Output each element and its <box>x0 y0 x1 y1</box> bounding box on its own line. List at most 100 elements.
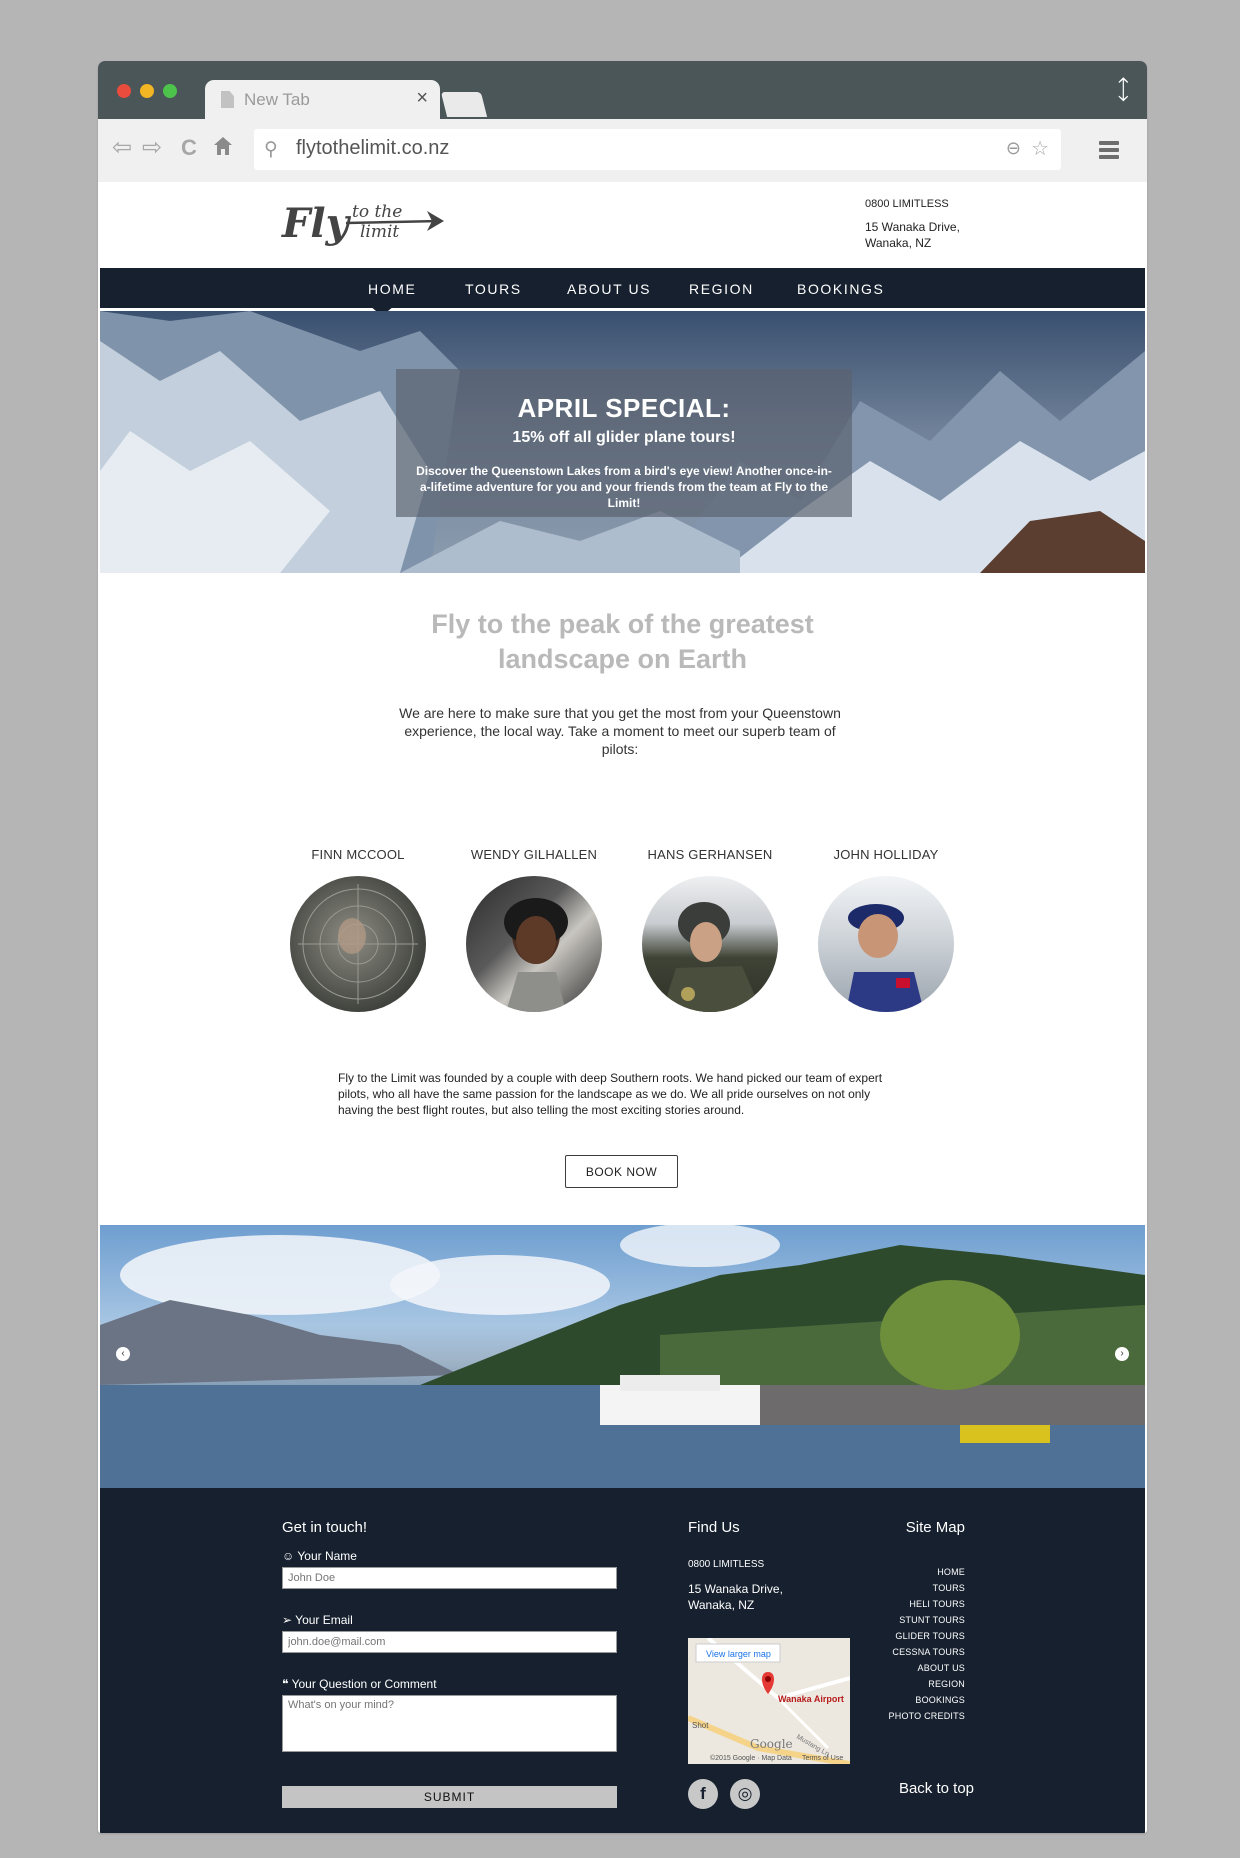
footer-address-line1: 15 Wanaka Drive, <box>688 1582 783 1596</box>
back-arrow-icon[interactable]: ⇦ <box>112 133 132 162</box>
page-icon <box>221 91 234 108</box>
pilot-name: WENDY GILHALLEN <box>470 847 598 862</box>
svg-text:Terms of Use: Terms of Use <box>802 1755 843 1762</box>
carousel-next-button[interactable]: › <box>1115 1347 1129 1361</box>
sitemap-stunt-tours[interactable]: STUNT TOURS <box>889 1612 965 1628</box>
comment-label: ❝ Your Question or Comment <box>282 1677 437 1691</box>
facebook-icon[interactable]: f <box>688 1779 718 1809</box>
maximize-window-button[interactable] <box>163 84 177 98</box>
browser-tab[interactable]: New Tab × <box>205 80 440 120</box>
submit-button[interactable]: SUBMIT <box>282 1786 617 1808</box>
footer: Get in touch! ☺ Your Name ➢ Your Email ❝… <box>100 1488 1145 1833</box>
contact-form-title: Get in touch! <box>282 1519 368 1536</box>
name-label: ☺ Your Name <box>282 1549 357 1563</box>
sitemap-photo-credits[interactable]: PHOTO CREDITS <box>889 1708 965 1724</box>
home-icon[interactable] <box>213 136 233 156</box>
svg-text:limit: limit <box>360 222 399 242</box>
header-phone: 0800 LIMITLESS <box>865 198 949 210</box>
main-navigation: HOME TOURS ABOUT US REGION BOOKINGS <box>100 268 1145 316</box>
header-address-line2: Wanaka, NZ <box>865 236 932 250</box>
sitemap-glider-tours[interactable]: GLIDER TOURS <box>889 1628 965 1644</box>
sitemap-bookings[interactable]: BOOKINGS <box>889 1692 965 1708</box>
header-contact: 0800 LIMITLESS 15 Wanaka Drive, Wanaka, … <box>865 196 960 251</box>
lake-image <box>100 1225 1145 1488</box>
speech-bubble-icon: ❝ <box>282 1677 292 1691</box>
svg-text:Wanaka Airport: Wanaka Airport <box>778 1694 844 1704</box>
forward-arrow-icon[interactable]: ⇨ <box>142 133 162 162</box>
svg-text:View larger map: View larger map <box>706 1649 771 1659</box>
name-input[interactable] <box>282 1567 617 1589</box>
fly-to-the-limit-logo[interactable]: Fly to the limit <box>280 187 460 267</box>
nav-about-us[interactable]: ABOUT US <box>567 281 651 297</box>
url-text[interactable]: flytothelimit.co.nz <box>296 137 449 160</box>
lake-carousel: ‹ › <box>100 1225 1145 1488</box>
header-address-line1: 15 Wanaka Drive, <box>865 220 960 234</box>
headline-line1: Fly to the peak of the greatest <box>431 609 814 639</box>
about-text: Fly to the Limit was founded by a couple… <box>338 1071 883 1117</box>
pilot-photo <box>642 876 778 1012</box>
browser-window: New Tab × ⤢ ⇦ ⇨ C ⚲ flytothelimit.co.nz … <box>98 61 1147 1833</box>
pilot-card[interactable]: WENDY GILHALLEN <box>459 847 609 1012</box>
page-headline: Fly to the peak of the greatest landscap… <box>100 607 1145 677</box>
zoom-icon[interactable]: ⊖ <box>1006 138 1021 159</box>
svg-text:to the: to the <box>352 202 402 222</box>
sitemap-tours[interactable]: TOURS <box>889 1580 965 1596</box>
nav-home[interactable]: HOME <box>368 281 416 297</box>
website: Fly to the limit 0800 LIMITLESS 15 Wanak… <box>100 182 1145 1833</box>
sitemap-heli-tours[interactable]: HELI TOURS <box>889 1596 965 1612</box>
pilot-card[interactable]: JOHN HOLLIDAY <box>811 847 961 1012</box>
svg-text:Shot: Shot <box>692 1721 709 1730</box>
user-icon: ☺ <box>282 1549 298 1563</box>
comment-textarea[interactable] <box>282 1695 617 1752</box>
nav-region[interactable]: REGION <box>689 281 754 297</box>
sitemap-about-us[interactable]: ABOUT US <box>889 1660 965 1676</box>
carousel-prev-button[interactable]: ‹ <box>116 1347 130 1361</box>
new-tab-button[interactable] <box>440 92 488 117</box>
promo-subtitle: 15% off all glider plane tours! <box>512 429 736 446</box>
sitemap-links: HOME TOURS HELI TOURS STUNT TOURS GLIDER… <box>889 1564 965 1724</box>
pilot-card[interactable]: HANS GERHANSEN <box>635 847 785 1012</box>
pilot-card[interactable]: FINN MCCOOL <box>283 847 433 1012</box>
sitemap-cessna-tours[interactable]: CESSNA TOURS <box>889 1644 965 1660</box>
minimize-window-button[interactable] <box>140 84 154 98</box>
nav-bookings[interactable]: BOOKINGS <box>797 281 884 297</box>
hero-banner: APRIL SPECIAL: 15% off all glider plane … <box>100 311 1145 573</box>
pilot-name: JOHN HOLLIDAY <box>833 847 939 862</box>
expand-icon[interactable]: ⤢ <box>1107 73 1140 106</box>
title-bar: New Tab × ⤢ <box>98 61 1147 120</box>
sitemap-home[interactable]: HOME <box>889 1564 965 1580</box>
sitemap-title: Site Map <box>905 1519 965 1536</box>
footer-phone: 0800 LIMITLESS <box>688 1559 765 1570</box>
pilot-photo <box>290 876 426 1012</box>
email-label: ➢ Your Email <box>282 1613 353 1627</box>
find-us-title: Find Us <box>688 1519 740 1536</box>
tab-close-icon[interactable]: × <box>416 87 428 110</box>
book-now-button[interactable]: BOOK NOW <box>565 1155 678 1188</box>
svg-text:©2015 Google · Map Data: ©2015 Google · Map Data <box>710 1754 792 1762</box>
svg-text:Fly: Fly <box>281 200 352 247</box>
footer-address-line2: Wanaka, NZ <box>688 1598 755 1612</box>
instagram-icon[interactable]: ◎ <box>730 1779 760 1809</box>
paper-plane-icon: ➢ <box>282 1613 296 1627</box>
pilot-name: HANS GERHANSEN <box>647 847 773 862</box>
email-input[interactable] <box>282 1631 617 1653</box>
pilot-photo <box>466 876 602 1012</box>
bookmark-star-icon[interactable]: ☆ <box>1031 136 1049 161</box>
promo-box: APRIL SPECIAL: 15% off all glider plane … <box>396 369 852 517</box>
search-icon: ⚲ <box>264 139 278 160</box>
sitemap-region[interactable]: REGION <box>889 1676 965 1692</box>
browser-menu-icon[interactable] <box>1099 141 1119 159</box>
headline-line2: landscape on Earth <box>497 644 748 674</box>
promo-title: APRIL SPECIAL: <box>517 393 731 423</box>
svg-text:Google: Google <box>750 1737 793 1751</box>
nav-tours[interactable]: TOURS <box>465 281 522 297</box>
tab-title: New Tab <box>244 90 310 109</box>
pilot-photo <box>818 876 954 1012</box>
location-map[interactable]: View larger map Wanaka Airport Mustang L… <box>688 1638 850 1764</box>
browser-toolbar: ⇦ ⇨ C ⚲ flytothelimit.co.nz ⊖ ☆ <box>98 119 1147 182</box>
promo-text: Discover the Queenstown Lakes from a bir… <box>416 464 832 510</box>
reload-icon[interactable]: C <box>181 135 197 161</box>
address-bar[interactable]: ⚲ flytothelimit.co.nz ⊖ ☆ <box>254 129 1061 170</box>
back-to-top-link[interactable]: Back to top <box>899 1780 974 1797</box>
close-window-button[interactable] <box>117 84 131 98</box>
